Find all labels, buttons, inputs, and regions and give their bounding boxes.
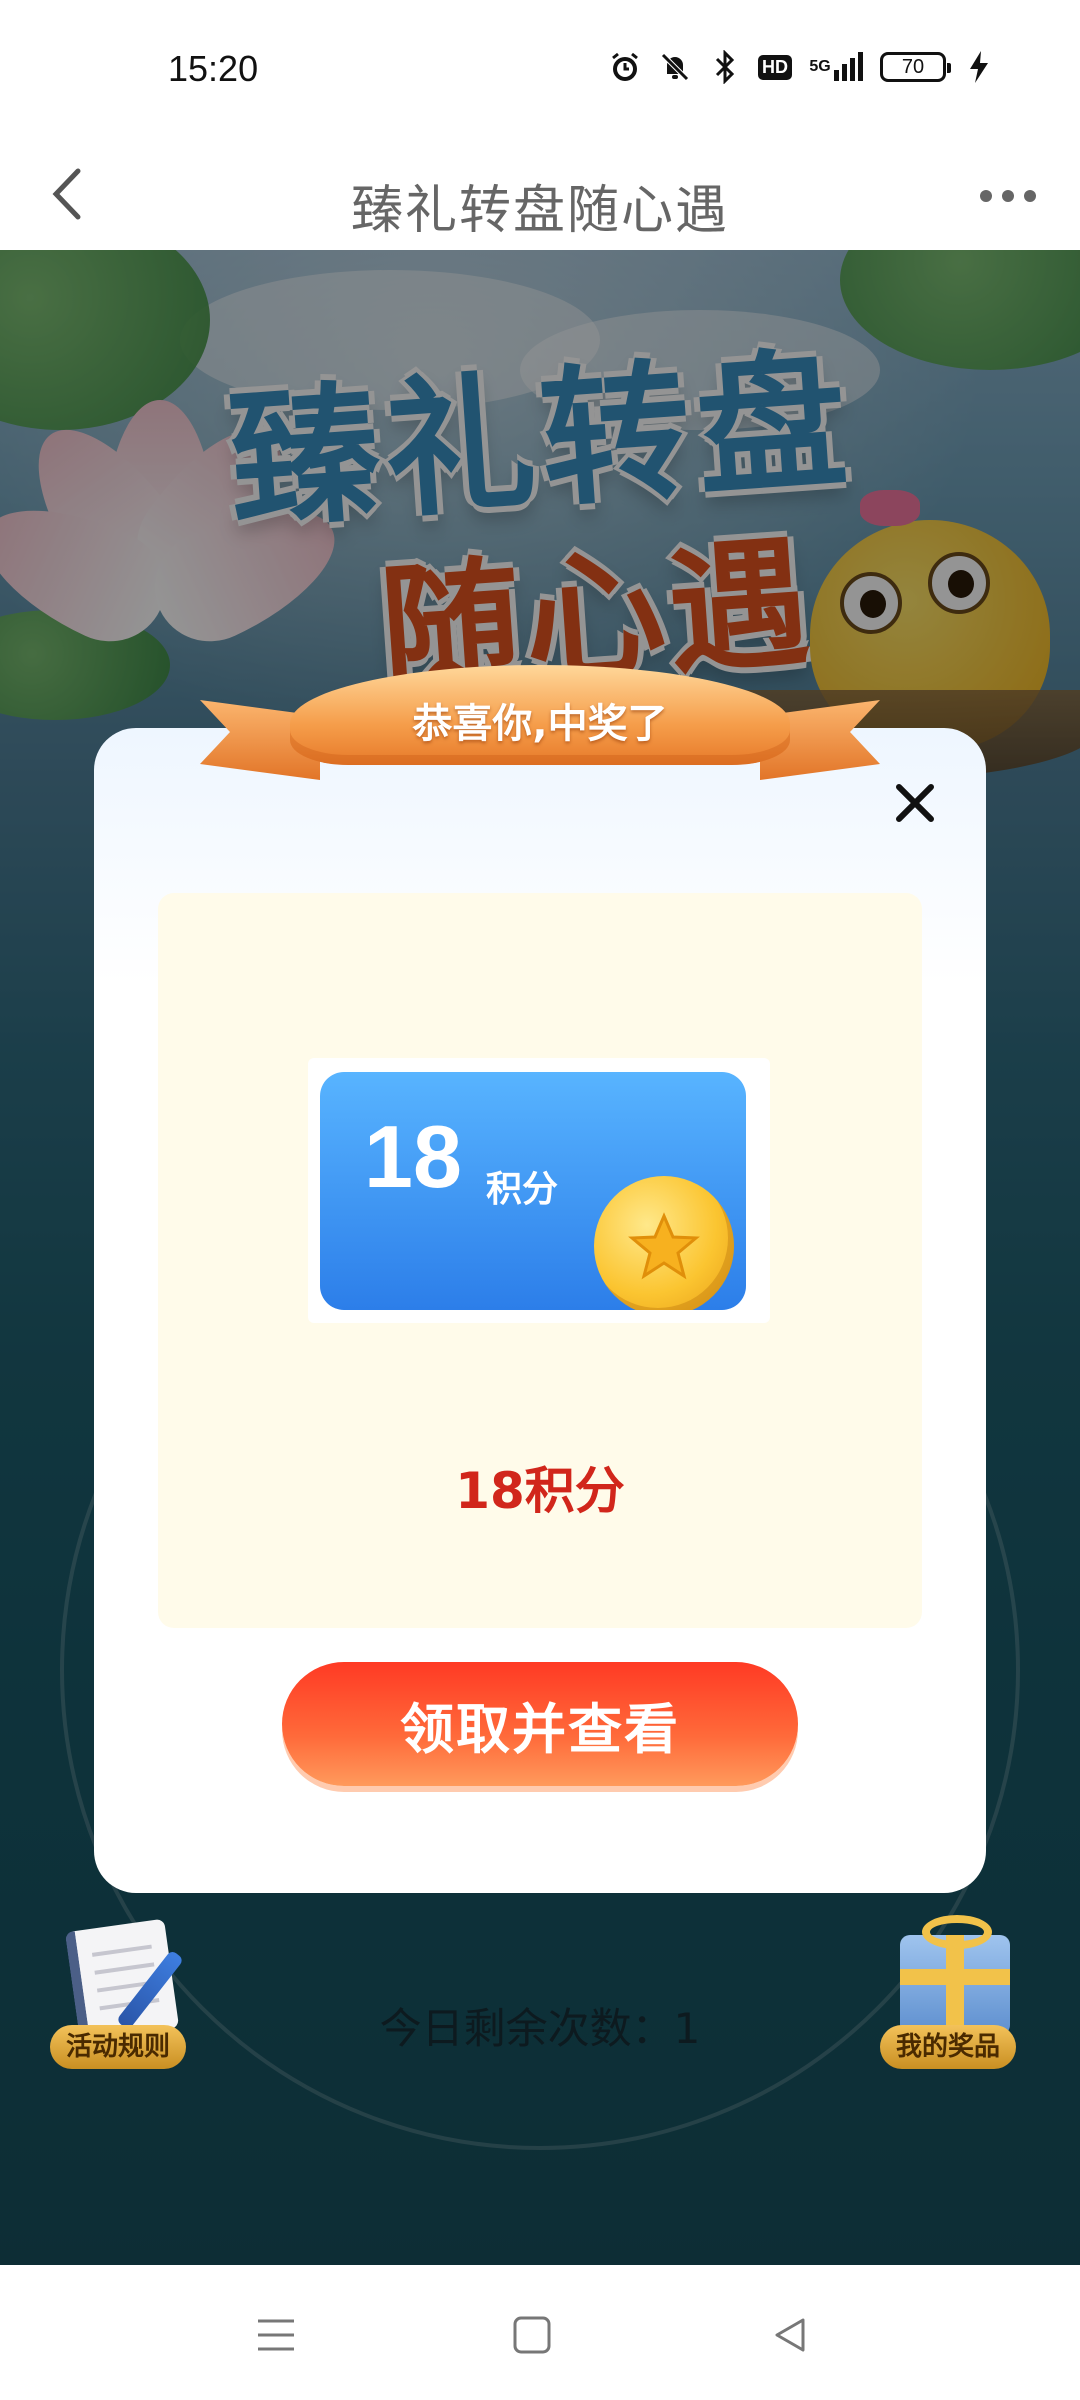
claim-and-view-button[interactable]: 领取并查看 xyxy=(282,1662,798,1786)
prize-dialog: 18 积分 18积分 领取并查看 xyxy=(94,728,986,1893)
more-dots-icon[interactable] xyxy=(966,168,1050,224)
status-time: 15:20 xyxy=(168,48,259,89)
prize-amount: 18 xyxy=(364,1107,462,1206)
charging-icon xyxy=(962,50,996,84)
page-title: 臻礼转盘随心遇 xyxy=(350,181,729,241)
close-button[interactable] xyxy=(880,768,950,838)
prize-panel: 18 积分 18积分 xyxy=(158,893,922,1628)
system-nav-bar xyxy=(0,2265,1080,2400)
prize-card: 18 积分 xyxy=(320,1072,746,1310)
bluetooth-icon xyxy=(708,50,742,84)
prize-unit: 积分 xyxy=(486,1169,559,1210)
alarm-icon xyxy=(608,50,642,84)
system-back-button[interactable] xyxy=(750,2295,830,2375)
coin-icon xyxy=(594,1176,734,1310)
menu-icon xyxy=(258,2319,294,2351)
status-icons: HD 5G 70 xyxy=(608,50,996,84)
ribbon-banner: 恭喜你,中奖了 xyxy=(290,665,790,765)
congrats-ribbon: 恭喜你,中奖了 xyxy=(200,650,880,800)
back-triangle-icon xyxy=(775,2318,805,2352)
nav-bar: 臻礼转盘随心遇 xyxy=(0,140,1080,250)
my-prizes-button[interactable]: 我的奖品 xyxy=(878,1915,1038,2075)
battery-icon: 70 xyxy=(880,52,951,82)
gift-icon xyxy=(900,1935,1010,2035)
prize-card-frame: 18 积分 xyxy=(308,1058,770,1323)
congrats-text: 恭喜你,中奖了 xyxy=(412,701,668,747)
prize-name: 18积分 xyxy=(455,1462,625,1520)
star-icon xyxy=(628,1212,700,1280)
mute-icon xyxy=(658,50,692,84)
signal-icon: 5G xyxy=(808,50,864,84)
hd-icon: HD xyxy=(758,54,792,80)
close-icon xyxy=(896,784,934,822)
network-type: 5G xyxy=(809,58,831,75)
menu-button[interactable] xyxy=(236,2295,316,2375)
status-bar: 15:20 HD 5G 70 xyxy=(0,0,1080,140)
prizes-label: 我的奖品 xyxy=(880,2025,1017,2069)
gift-bow xyxy=(922,1915,992,1949)
home-square-icon xyxy=(513,2316,551,2354)
home-button[interactable] xyxy=(492,2295,572,2375)
